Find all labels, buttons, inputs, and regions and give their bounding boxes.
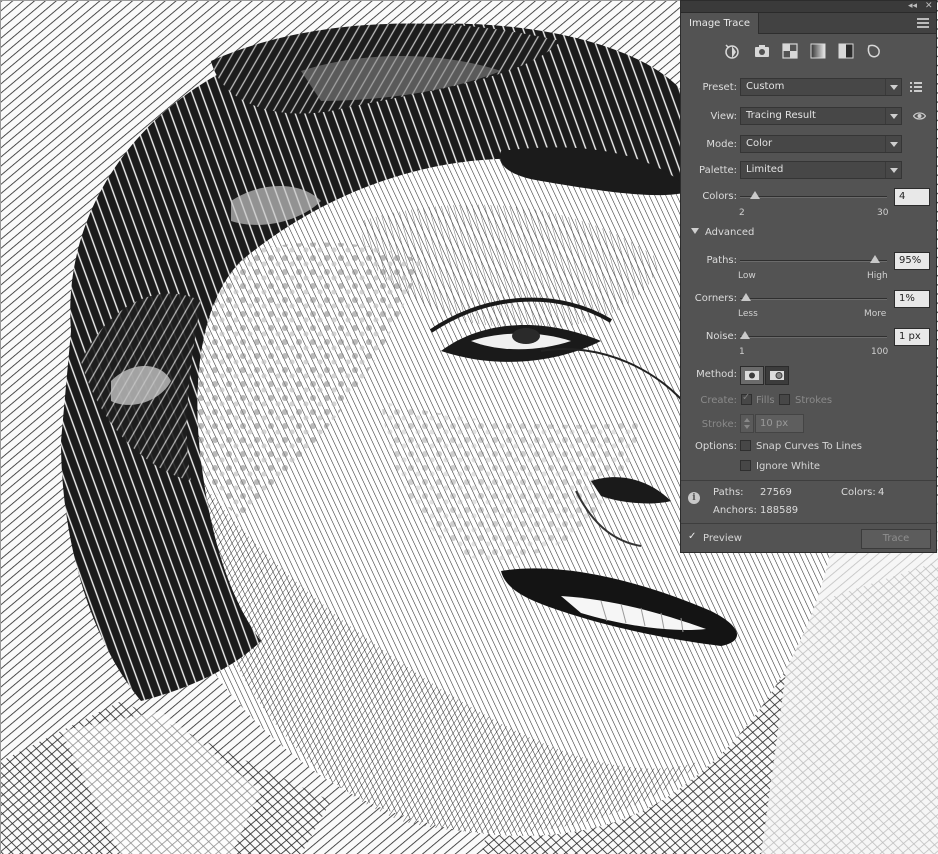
black-and-white-icon[interactable] bbox=[837, 42, 855, 60]
stroke-stepper[interactable] bbox=[740, 414, 754, 433]
preset-icon-bar bbox=[723, 42, 893, 60]
preset-value: Custom bbox=[746, 81, 785, 92]
ignore-white-label: Ignore White bbox=[756, 461, 821, 472]
auto-color-icon[interactable] bbox=[723, 42, 741, 60]
stat-colors-value: 4 bbox=[878, 487, 885, 498]
noise-max: 100 bbox=[871, 347, 889, 357]
panel-titlebar[interactable]: ◂◂ ✕ bbox=[681, 1, 936, 13]
image-trace-panel: ◂◂ ✕ Image Trace Preset: Custom View: Tr… bbox=[680, 0, 937, 553]
snap-curves-checkbox[interactable] bbox=[740, 440, 751, 451]
paths-slider[interactable] bbox=[740, 255, 887, 263]
colors-min: 2 bbox=[739, 208, 745, 218]
corners-slider-thumb[interactable] bbox=[741, 293, 752, 301]
stroke-field[interactable]: 10 px bbox=[755, 414, 804, 433]
paths-min: Low bbox=[738, 271, 756, 281]
noise-slider-thumb[interactable] bbox=[740, 331, 750, 339]
method-label: Method: bbox=[696, 369, 737, 380]
chevron-down-icon bbox=[885, 108, 901, 124]
trace-button[interactable]: Trace bbox=[861, 529, 931, 549]
stat-paths-value: 27569 bbox=[760, 487, 792, 498]
corners-slider[interactable] bbox=[740, 293, 887, 301]
overlapping-icon bbox=[770, 371, 784, 380]
abutting-icon bbox=[745, 371, 759, 380]
snap-curves-label: Snap Curves To Lines bbox=[756, 441, 862, 452]
preset-dropdown[interactable]: Custom bbox=[740, 78, 902, 96]
ignore-white-checkbox[interactable] bbox=[740, 460, 751, 471]
fills-label: Fills bbox=[756, 395, 775, 406]
paths-field[interactable]: 95% bbox=[894, 252, 930, 270]
noise-slider[interactable] bbox=[740, 331, 887, 339]
stat-colors-label: Colors: bbox=[841, 487, 876, 498]
stepper-arrows-icon bbox=[744, 418, 750, 429]
strokes-checkbox[interactable] bbox=[779, 394, 790, 405]
palette-label: Palette: bbox=[698, 165, 737, 176]
corners-max: More bbox=[864, 309, 887, 319]
stat-paths-label: Paths: bbox=[713, 487, 744, 498]
preview-label: Preview bbox=[703, 533, 742, 544]
colors-max: 30 bbox=[877, 208, 889, 218]
view-dropdown[interactable]: Tracing Result bbox=[740, 107, 902, 125]
palette-value: Limited bbox=[746, 164, 784, 175]
manage-presets-icon[interactable] bbox=[910, 82, 922, 92]
paths-label: Paths: bbox=[706, 255, 737, 266]
fills-checkbox[interactable] bbox=[741, 392, 752, 405]
method-overlapping-button[interactable] bbox=[765, 366, 789, 385]
create-label: Create: bbox=[700, 395, 737, 406]
stroke-label: Stroke: bbox=[701, 419, 737, 430]
chevron-down-icon bbox=[885, 162, 901, 178]
options-label: Options: bbox=[695, 441, 737, 452]
preview-checkbox[interactable] bbox=[687, 531, 698, 544]
preset-label: Preset: bbox=[702, 82, 737, 93]
chevron-down-icon bbox=[885, 79, 901, 95]
view-value: Tracing Result bbox=[746, 110, 816, 121]
panel-menu-icon[interactable] bbox=[917, 18, 929, 28]
panel-tab-row: Image Trace bbox=[681, 13, 936, 34]
colors-label: Colors: bbox=[702, 191, 737, 202]
divider bbox=[681, 523, 936, 524]
low-color-icon[interactable] bbox=[781, 42, 799, 60]
method-abutting-button[interactable] bbox=[740, 366, 764, 385]
advanced-toggle[interactable]: Advanced bbox=[691, 227, 754, 238]
stat-anchors-value: 188589 bbox=[760, 505, 799, 516]
info-icon: i bbox=[688, 492, 700, 504]
divider bbox=[681, 480, 936, 481]
palette-dropdown[interactable]: Limited bbox=[740, 161, 902, 179]
colors-slider-thumb[interactable] bbox=[749, 191, 760, 199]
disclosure-triangle-icon bbox=[691, 228, 699, 234]
colors-field[interactable]: 4 bbox=[894, 188, 930, 206]
noise-field[interactable]: 1 px bbox=[894, 328, 930, 346]
paths-slider-thumb[interactable] bbox=[870, 255, 881, 263]
paths-max: High bbox=[867, 271, 888, 281]
mode-dropdown[interactable]: Color bbox=[740, 135, 902, 153]
colors-slider[interactable] bbox=[740, 191, 887, 199]
stat-anchors-label: Anchors: bbox=[713, 505, 757, 516]
noise-label: Noise: bbox=[705, 331, 737, 342]
mode-value: Color bbox=[746, 138, 773, 149]
noise-min: 1 bbox=[739, 347, 745, 357]
tab-image-trace[interactable]: Image Trace bbox=[681, 13, 760, 34]
collapse-icon[interactable]: ◂◂ bbox=[908, 0, 917, 12]
corners-min: Less bbox=[738, 309, 758, 319]
outline-icon[interactable] bbox=[865, 42, 883, 60]
corners-label: Corners: bbox=[694, 293, 737, 304]
mode-label: Mode: bbox=[706, 139, 737, 150]
view-label: View: bbox=[710, 111, 737, 122]
chevron-down-icon bbox=[885, 136, 901, 152]
eye-icon[interactable] bbox=[913, 111, 926, 121]
grayscale-icon[interactable] bbox=[809, 42, 827, 60]
close-icon[interactable]: ✕ bbox=[925, 0, 933, 12]
strokes-label: Strokes bbox=[795, 395, 833, 406]
advanced-label: Advanced bbox=[705, 227, 755, 238]
high-color-icon[interactable] bbox=[753, 42, 771, 60]
corners-field[interactable]: 1% bbox=[894, 290, 930, 308]
